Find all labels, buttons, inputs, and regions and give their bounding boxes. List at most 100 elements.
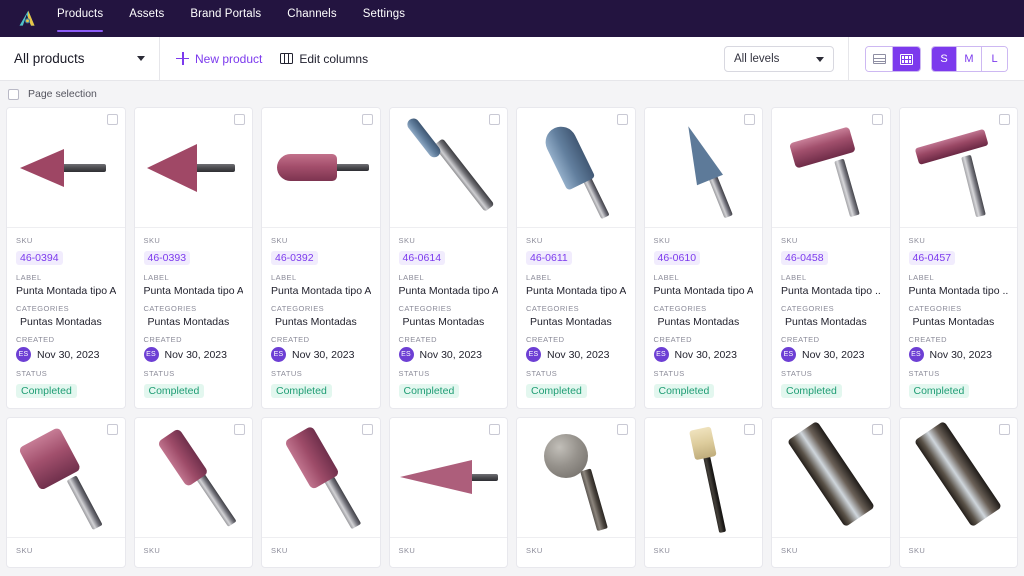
product-created-date: Nov 30, 2023 — [292, 348, 355, 361]
product-sku-value[interactable]: 46-0457 — [908, 251, 956, 265]
product-categories-value: Puntas Montadas — [530, 316, 612, 328]
avatar: ES — [653, 347, 669, 362]
product-image — [269, 116, 373, 220]
product-categories-value: Puntas Montadas — [402, 316, 485, 328]
product-card[interactable]: SKU 46-0610 LABEL Punta Montada tipo A... CA… — [643, 107, 763, 409]
product-card[interactable]: SKU — [516, 417, 636, 568]
product-label-field-label: LABEL — [271, 273, 297, 282]
product-select-checkbox[interactable] — [361, 114, 373, 125]
product-select-checkbox[interactable] — [489, 424, 500, 435]
product-sku-field-label: SKU — [908, 236, 926, 245]
product-image-area — [389, 108, 507, 228]
nav-label: Products — [57, 7, 104, 20]
product-card[interactable]: SKU — [261, 417, 381, 568]
product-select-checkbox[interactable] — [361, 424, 373, 435]
avatar: ES — [526, 347, 541, 362]
product-card[interactable]: SKU 46-0394 LABEL Punta Montada tipo A... CA… — [6, 107, 126, 409]
page-selection-checkbox[interactable] — [8, 88, 19, 100]
product-sku-field: SKU 46-0611 — [526, 236, 626, 266]
avatar: ES — [143, 347, 159, 362]
product-select-checkbox[interactable] — [234, 424, 245, 435]
product-view-selector[interactable]: All products — [0, 36, 160, 81]
product-select-checkbox[interactable] — [871, 424, 883, 435]
product-card[interactable]: SKU — [643, 417, 763, 568]
levels-selector[interactable]: All levels — [724, 46, 834, 72]
edit-columns-button[interactable]: Edit columns — [280, 52, 368, 66]
product-card[interactable]: SKU — [6, 417, 126, 568]
product-card[interactable]: SKU 46-0614 LABEL Punta Montada tipo A... CA… — [388, 107, 508, 409]
product-card[interactable]: SKU 46-0458 LABEL Punta Montada tipo ... CAT… — [771, 107, 891, 409]
product-card[interactable]: SKU — [771, 417, 891, 568]
product-grid-row-2: SKU SKU SKU SKU SKU SKU SKU SKU — [0, 417, 1024, 568]
nav-item-settings[interactable]: Settings — [350, 0, 418, 37]
nav-item-assets[interactable]: Assets — [116, 0, 177, 37]
product-select-checkbox[interactable] — [106, 114, 118, 125]
product-card-body: SKU 46-0394 LABEL Punta Montada tipo A... CA… — [7, 228, 125, 408]
product-card[interactable]: SKU 46-0392 LABEL Punta Montada tipo A... CA… — [261, 107, 381, 409]
product-status-field-label: STATUS — [908, 369, 940, 378]
product-sku-field: SKU — [16, 546, 116, 555]
product-sku-value[interactable]: 46-0614 — [398, 251, 446, 265]
product-select-checkbox[interactable] — [616, 424, 628, 435]
product-card-body: SKU 46-0614 LABEL Punta Montada tipo A... CA… — [390, 228, 508, 408]
product-label-value: Punta Montada tipo A... — [143, 285, 244, 297]
card-size-l-button[interactable]: L — [982, 47, 1007, 71]
grid-view-button[interactable] — [893, 47, 920, 71]
product-sku-label: SKU — [398, 546, 416, 555]
product-grid: SKU 46-0394 LABEL Punta Montada tipo A... CA… — [0, 107, 1024, 409]
new-product-button[interactable]: New product — [176, 52, 262, 66]
avatar: ES — [16, 347, 31, 362]
product-created-date: Nov 30, 2023 — [547, 348, 610, 361]
nav-item-channels[interactable]: Channels — [274, 0, 349, 37]
product-created-field-label: CREATED — [781, 335, 820, 344]
product-select-checkbox[interactable] — [106, 424, 118, 435]
product-sku-value[interactable]: 46-0611 — [526, 251, 572, 265]
product-select-checkbox[interactable] — [744, 424, 755, 435]
product-card[interactable]: SKU — [133, 417, 253, 568]
product-card[interactable]: SKU 46-0457 LABEL Punta Montada tipo ... CAT… — [898, 107, 1018, 409]
product-image — [906, 116, 1010, 220]
product-sku-field-label: SKU — [398, 236, 416, 245]
product-created-field-label: CREATED — [653, 335, 692, 344]
product-card-body: SKU — [772, 538, 890, 567]
product-sku-field: SKU — [399, 546, 499, 555]
product-card-body: SKU 46-0457 LABEL Punta Montada tipo ... CAT… — [900, 228, 1018, 408]
product-select-checkbox[interactable] — [616, 114, 628, 125]
product-sku-value[interactable]: 46-0394 — [16, 251, 63, 265]
product-label-value: Punta Montada tipo A... — [271, 285, 371, 297]
product-sku-field: SKU — [271, 546, 371, 555]
toolbar-actions: New product Edit columns — [160, 52, 368, 66]
nav-items: Products Assets Brand Portals Channels S… — [44, 0, 418, 37]
product-card[interactable]: SKU — [898, 417, 1018, 568]
product-sku-value[interactable]: 46-0393 — [143, 251, 191, 265]
product-select-checkbox[interactable] — [489, 114, 500, 125]
product-select-checkbox[interactable] — [234, 114, 245, 125]
product-card[interactable]: SKU 46-0611 LABEL Punta Montada tipo A... CA… — [516, 107, 636, 409]
product-sku-value[interactable]: 46-0610 — [653, 251, 701, 265]
product-categories-field-label: CATEGORIES — [526, 304, 580, 313]
list-view-button[interactable] — [866, 47, 893, 71]
card-size-m-button[interactable]: M — [957, 47, 982, 71]
product-label-field-label: LABEL — [16, 273, 42, 282]
product-status-field: STATUS Completed — [781, 369, 881, 399]
product-created-row: ES Nov 30, 2023 — [908, 347, 1009, 362]
nav-label: Assets — [129, 7, 165, 20]
product-categories-value: Puntas Montadas — [147, 316, 230, 328]
product-view-selector-label: All products — [14, 51, 85, 66]
product-status-field-label: STATUS — [781, 369, 813, 378]
product-select-checkbox[interactable] — [999, 114, 1010, 125]
product-select-checkbox[interactable] — [871, 114, 883, 125]
levels-selector-label: All levels — [734, 53, 780, 65]
product-card[interactable]: SKU 46-0393 LABEL Punta Montada tipo A... CA… — [133, 107, 253, 409]
product-sku-value[interactable]: 46-0392 — [271, 251, 318, 265]
app-logo[interactable] — [10, 0, 44, 37]
product-created-field: CREATED ES Nov 30, 2023 — [781, 335, 881, 362]
product-sku-field: SKU 46-0394 — [16, 236, 116, 266]
product-sku-value[interactable]: 46-0458 — [781, 251, 828, 265]
product-select-checkbox[interactable] — [999, 424, 1010, 435]
product-card[interactable]: SKU — [388, 417, 508, 568]
nav-item-brand-portals[interactable]: Brand Portals — [177, 0, 274, 37]
product-select-checkbox[interactable] — [744, 114, 755, 125]
card-size-s-button[interactable]: S — [932, 47, 957, 71]
nav-item-products[interactable]: Products — [44, 0, 116, 37]
